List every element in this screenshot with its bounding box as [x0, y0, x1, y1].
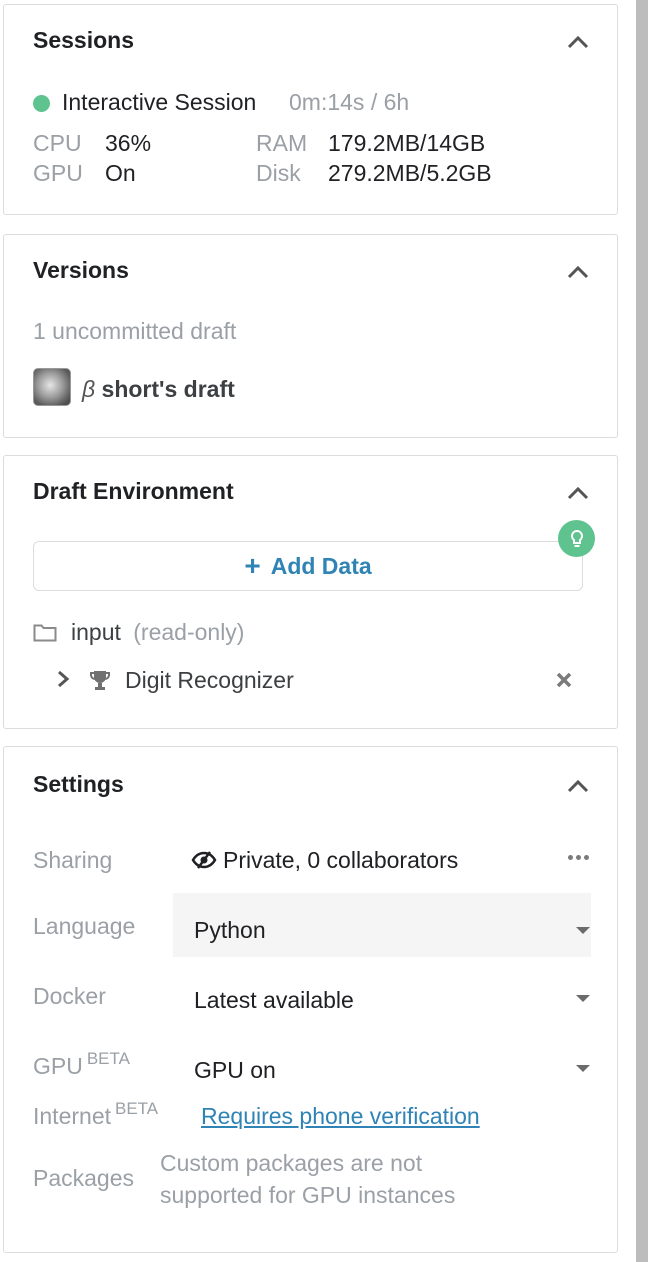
trophy-icon [90, 671, 110, 690]
folder-icon [33, 624, 57, 642]
dropdown-caret-icon[interactable] [576, 1065, 590, 1072]
input-folder-note: (read-only) [133, 619, 245, 645]
session-name: Interactive Session [62, 89, 257, 115]
gpu-setting-label-text: GPU [33, 1053, 83, 1079]
gpu-beta-badge: BETA [86, 1049, 130, 1068]
gpu-label: GPU [33, 160, 83, 186]
settings-title: Settings [33, 771, 124, 797]
internet-beta-badge: BETA [115, 1099, 159, 1118]
cpu-value: 36% [105, 130, 152, 156]
dataset-digit-recognizer[interactable]: Digit Recognizer [125, 667, 294, 694]
session-status-dot [33, 95, 50, 112]
session-time: 0m:14s / 6h [289, 89, 410, 115]
docker-label: Docker [33, 983, 106, 1009]
draft-environment-title: Draft Environment [33, 478, 234, 504]
settings-panel: Settings Sharing Private, 0 collaborator… [3, 746, 618, 1253]
internet-setting-label: Internet BETA [33, 1099, 158, 1130]
packages-note-line-2: supported for GPU instances [160, 1182, 456, 1208]
language-value: Python [194, 917, 266, 943]
beta-symbol: β [82, 376, 96, 402]
draft-name: short's draft [101, 376, 235, 402]
dropdown-caret-icon[interactable] [576, 995, 590, 1002]
chevron-up-icon[interactable] [567, 486, 589, 500]
gpu-setting-label: GPU BETA [33, 1049, 130, 1080]
ram-label: RAM [256, 130, 308, 156]
add-data-label: Add Data [270, 552, 372, 579]
cpu-label: CPU [33, 130, 82, 156]
avatar [33, 368, 71, 406]
versions-panel: Versions 1 uncommitted draft β short's d… [3, 234, 618, 438]
add-icon: + [244, 550, 261, 581]
chevron-up-icon[interactable] [567, 779, 589, 793]
language-label: Language [33, 913, 136, 939]
draft-environment-panel: Draft Environment + Add Data input (read… [3, 455, 618, 729]
gpu-value: On [105, 160, 136, 186]
more-icon[interactable] [568, 855, 589, 860]
gpu-setting-value[interactable]: GPU on [194, 1057, 276, 1084]
input-folder[interactable]: input (read-only) [71, 619, 244, 646]
chevron-up-icon[interactable] [567, 265, 589, 279]
disk-value: 279.2MB/5.2GB [328, 160, 492, 186]
internet-setting-label-text: Internet [33, 1103, 111, 1129]
dropdown-caret-icon[interactable] [576, 927, 590, 934]
chevron-right-icon[interactable] [56, 669, 70, 689]
sharing-value[interactable]: Private, 0 collaborators [223, 847, 458, 874]
sessions-title: Sessions [33, 27, 134, 53]
sharing-label: Sharing [33, 847, 113, 873]
packages-note-line-1: Custom packages are not [160, 1150, 423, 1176]
disk-label: Disk [256, 160, 301, 186]
versions-title: Versions [33, 257, 129, 283]
docker-value[interactable]: Latest available [194, 987, 354, 1014]
input-folder-name: input [71, 619, 121, 645]
sessions-panel: Sessions Interactive Session 0m:14s / 6h… [3, 4, 618, 215]
uncommitted-draft-count: 1 uncommitted draft [33, 318, 237, 344]
private-eye-icon [191, 851, 217, 869]
add-data-button[interactable]: + Add Data [33, 541, 583, 591]
scrollbar[interactable] [636, 0, 648, 1262]
packages-label: Packages [33, 1165, 135, 1191]
lightbulb-icon[interactable] [558, 520, 595, 557]
ram-value: 179.2MB/14GB [328, 130, 486, 156]
phone-verification-link[interactable]: Requires phone verification [201, 1103, 480, 1130]
close-icon[interactable] [556, 672, 572, 688]
chevron-up-icon[interactable] [567, 35, 589, 49]
draft-item[interactable]: β short's draft [82, 376, 235, 403]
